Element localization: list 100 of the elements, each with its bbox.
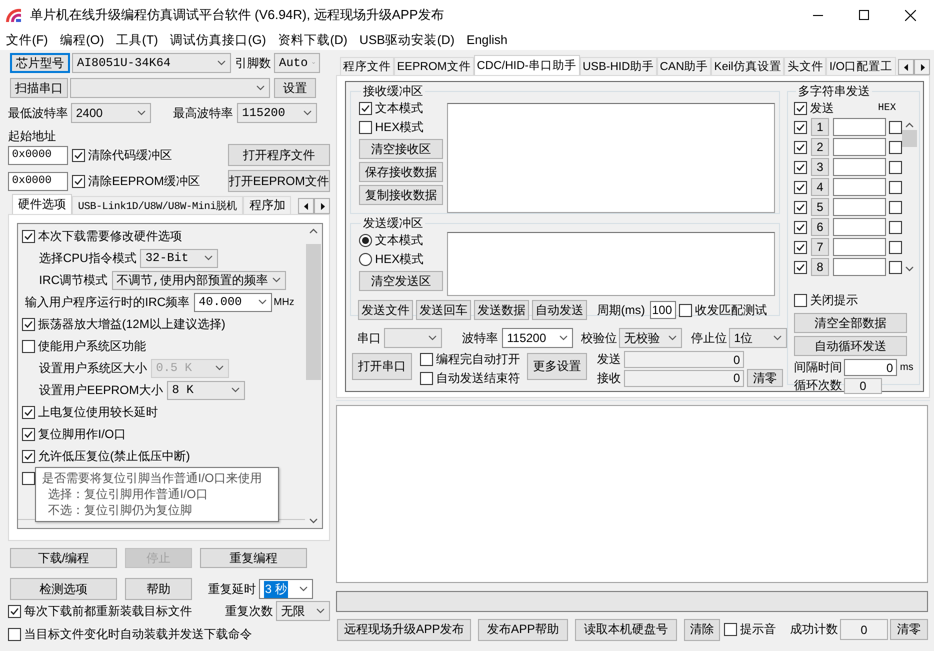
checkbox[interactable] <box>22 450 35 462</box>
send-string-button[interactable]: 1 <box>811 118 829 136</box>
checkbox[interactable] <box>794 240 807 254</box>
minimize-icon[interactable] <box>813 14 823 16</box>
tab[interactable]: EEPROM文件 <box>394 57 474 75</box>
string-field[interactable] <box>833 198 886 216</box>
tab[interactable]: USB-HID助手 <box>580 57 657 75</box>
send-string-button[interactable]: 6 <box>811 218 829 236</box>
checkbox[interactable] <box>420 372 433 385</box>
tab-scroll-left-button[interactable] <box>298 198 314 214</box>
scrollbar-thumb[interactable] <box>306 244 321 380</box>
checkbox[interactable] <box>8 628 21 640</box>
string-field[interactable] <box>833 238 886 256</box>
string-field[interactable] <box>833 118 886 136</box>
tab[interactable]: 程序文件 <box>340 57 394 75</box>
checkbox[interactable] <box>72 148 85 162</box>
download-button[interactable]: 重复编程 <box>200 548 307 568</box>
send-button[interactable]: 自动发送 <box>532 300 587 320</box>
checkbox[interactable] <box>22 472 35 484</box>
checkbox[interactable] <box>889 140 902 154</box>
send-button[interactable]: 发送文件 <box>358 300 413 320</box>
chevron-up-icon[interactable] <box>309 228 318 234</box>
tab[interactable]: I/O口配置工 <box>826 57 896 75</box>
checkbox[interactable] <box>794 260 807 274</box>
open-eeprom-button[interactable]: 打开EEPROM文件 <box>228 170 330 192</box>
open-program-button[interactable]: 打开程序文件 <box>228 144 330 166</box>
baud-dropdown[interactable]: 115200 <box>502 328 573 348</box>
menu-item[interactable]: 调试仿真接口(G) <box>164 32 272 48</box>
repeat-delay-dropdown[interactable]: 3 秒 <box>259 579 313 599</box>
scrollbar-thumb[interactable] <box>902 130 917 147</box>
tab[interactable]: CDC/HID-串口助手 <box>474 55 580 75</box>
radio-button[interactable] <box>359 234 372 247</box>
string-field[interactable] <box>833 218 886 236</box>
option-dropdown[interactable]: 32-Bit <box>140 248 218 268</box>
checkbox[interactable] <box>72 174 85 188</box>
menu-item[interactable]: English <box>460 33 514 47</box>
send-string-button[interactable]: 4 <box>811 178 829 196</box>
checkbox[interactable] <box>679 304 692 316</box>
settings-button[interactable]: 设置 <box>274 78 316 98</box>
footer-button[interactable]: 发布APP帮助 <box>478 618 568 640</box>
checkbox[interactable] <box>22 340 35 352</box>
checkbox[interactable] <box>794 140 807 154</box>
checkbox[interactable] <box>889 120 902 134</box>
clear-send-button[interactable]: 清空发送区 <box>359 271 443 291</box>
tab[interactable]: Keil仿真设置 <box>711 57 784 75</box>
checkbox[interactable] <box>794 180 807 194</box>
tab[interactable]: 硬件选项 <box>12 194 72 214</box>
checkbox[interactable] <box>794 120 807 134</box>
option-dropdown[interactable]: 8 K <box>167 380 246 400</box>
checkbox[interactable] <box>794 102 807 115</box>
send-string-button[interactable]: 3 <box>811 158 829 176</box>
tab[interactable]: CAN助手 <box>656 57 712 75</box>
checkbox[interactable] <box>8 604 21 618</box>
checkbox[interactable] <box>889 180 902 194</box>
chip-model-dropdown[interactable]: AI8051U-34K64 <box>72 53 231 73</box>
send-string-button[interactable]: 8 <box>811 258 829 276</box>
checkbox[interactable] <box>794 294 807 307</box>
tab-scroll-right-button[interactable] <box>914 59 930 75</box>
checkbox[interactable] <box>794 220 807 234</box>
tab[interactable]: 程序加 <box>243 196 292 214</box>
clear-all-button[interactable]: 清空全部数据 <box>794 313 907 333</box>
clear-success-button[interactable]: 清零 <box>890 619 928 640</box>
checkbox[interactable] <box>889 220 902 234</box>
footer-button[interactable]: 读取本机硬盘号 <box>575 618 678 640</box>
menu-item[interactable]: 工具(T) <box>110 32 164 48</box>
tab-scroll-right-button[interactable] <box>314 198 330 214</box>
stop-bits-dropdown[interactable]: 1位 <box>729 328 787 348</box>
checkbox[interactable] <box>22 406 35 418</box>
checkbox[interactable] <box>359 121 372 134</box>
receive-text-area[interactable] <box>447 103 775 213</box>
address-field[interactable]: 0x0000 <box>8 146 68 164</box>
menu-item[interactable]: USB驱动安装(D) <box>353 32 460 48</box>
send-button[interactable]: 发送数据 <box>474 300 529 320</box>
menu-item[interactable]: 编程(O) <box>54 32 110 48</box>
chevron-down-icon[interactable] <box>904 266 914 272</box>
success-count-field[interactable]: 0 <box>840 619 888 640</box>
period-field[interactable]: 100 <box>650 301 676 319</box>
string-field[interactable] <box>833 178 886 196</box>
repeat-count-dropdown[interactable]: 无限 <box>276 601 330 621</box>
chip-model-button[interactable]: 芯片型号 <box>10 53 70 73</box>
option-dropdown[interactable]: 40.000 <box>194 292 272 312</box>
send-button[interactable]: 发送回车 <box>416 300 471 320</box>
download-button[interactable]: 检测选项 <box>10 578 117 600</box>
open-port-button[interactable]: 打开串口 <box>352 353 412 380</box>
interval-field[interactable]: 0 <box>844 359 897 376</box>
checkbox[interactable] <box>794 200 807 214</box>
checkbox[interactable] <box>22 318 35 330</box>
clear-count-button[interactable]: 清零 <box>747 369 783 387</box>
string-field[interactable] <box>833 158 886 176</box>
receive-button[interactable]: 清空接收区 <box>359 139 443 159</box>
send-string-button[interactable]: 7 <box>811 238 829 256</box>
address-field[interactable]: 0x0000 <box>8 172 68 190</box>
checkbox[interactable] <box>889 200 902 214</box>
send-string-button[interactable]: 2 <box>811 138 829 156</box>
footer-button[interactable]: 远程现场升级APP发布 <box>337 618 471 640</box>
sent-count-field[interactable]: 0 <box>624 351 744 368</box>
more-settings-button[interactable]: 更多设置 <box>527 353 587 380</box>
chevron-up-icon[interactable] <box>904 122 914 128</box>
radio-button[interactable] <box>359 253 372 266</box>
menu-item[interactable]: 文件(F) <box>0 32 54 48</box>
